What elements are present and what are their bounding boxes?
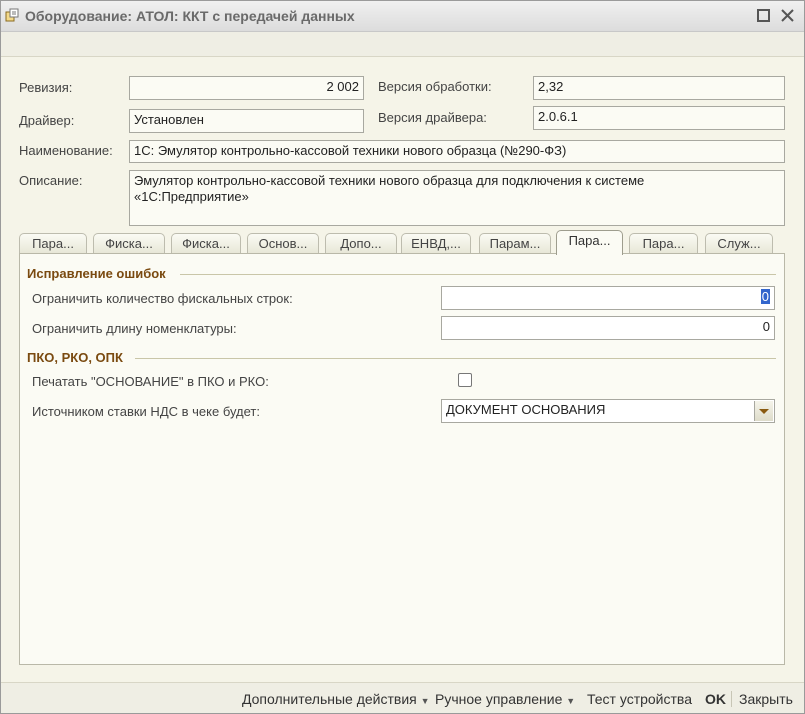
revision-field[interactable]: 2 002 <box>129 76 364 100</box>
tab-parameters-1[interactable]: Пара... <box>19 233 87 254</box>
ok-button[interactable]: OK <box>705 691 726 707</box>
caret-down-icon: ▼ <box>566 696 576 706</box>
group-divider-pko <box>135 358 776 359</box>
print-basis-checkbox[interactable] <box>458 373 472 387</box>
revision-label: Ревизия: <box>19 80 73 95</box>
version-driver-label: Версия драйвера: <box>378 110 487 125</box>
name-field[interactable]: 1С: Эмулятор контрольно-кассовой техники… <box>129 140 785 163</box>
app-icon <box>5 8 19 22</box>
equipment-window: Оборудование: АТОЛ: ККТ с передачей данн… <box>0 0 805 714</box>
tab-additional[interactable]: Допо... <box>325 233 397 254</box>
maximize-icon <box>757 9 770 22</box>
limit-nomenclature-label: Ограничить длину номенклатуры: <box>32 321 237 336</box>
extra-actions-button[interactable]: Дополнительные действия ▼ <box>242 691 430 707</box>
print-basis-label: Печатать "ОСНОВАНИЕ" в ПКО и РКО: <box>32 374 269 389</box>
tab-panel: Исправление ошибок Ограничить количество… <box>19 253 785 665</box>
tab-parameters-2[interactable]: Парам... <box>479 233 551 254</box>
window-title: Оборудование: АТОЛ: ККТ с передачей данн… <box>25 8 355 24</box>
group-divider-errors <box>180 274 776 275</box>
extra-actions-label: Дополнительные действия <box>242 691 417 707</box>
test-device-button[interactable]: Тест устройства <box>587 691 692 707</box>
tab-parameters-3[interactable]: Пара... <box>556 230 623 255</box>
group-title-errors: Исправление ошибок <box>27 266 169 281</box>
tab-fiscal-1[interactable]: Фиска... <box>93 233 165 254</box>
description-line-2: «1С:Предприятие» <box>134 189 249 204</box>
tab-envd[interactable]: ЕНВД,... <box>401 233 471 254</box>
close-button[interactable]: Закрыть <box>739 691 793 707</box>
driver-label: Драйвер: <box>19 113 75 128</box>
tab-main[interactable]: Основ... <box>247 233 319 254</box>
limit-fiscal-lines-label: Ограничить количество фискальных строк: <box>32 291 293 306</box>
close-icon <box>781 9 794 22</box>
name-label: Наименование: <box>19 143 113 158</box>
tab-bar: Пара... Фиска... Фиска... Основ... Допо.… <box>19 230 785 255</box>
version-processing-field[interactable]: 2,32 <box>533 76 785 100</box>
tab-parameters-4[interactable]: Пара... <box>629 233 698 254</box>
manual-control-label: Ручное управление <box>435 691 563 707</box>
tab-service[interactable]: Служ... <box>705 233 773 254</box>
vat-source-label: Источником ставки НДС в чеке будет: <box>32 404 260 419</box>
version-driver-field[interactable]: 2.0.6.1 <box>533 106 785 130</box>
limit-nomenclature-field[interactable]: 0 <box>441 316 775 340</box>
close-window-button[interactable] <box>779 7 797 25</box>
maximize-button[interactable] <box>755 7 773 25</box>
description-field[interactable]: Эмулятор контрольно-кассовой техники нов… <box>129 170 785 226</box>
footer-bar: Дополнительные действия ▼ Ручное управле… <box>1 682 804 713</box>
vat-source-select[interactable]: ДОКУМЕНТ ОСНОВАНИЯ <box>441 399 775 423</box>
caret-down-icon: ▼ <box>420 696 430 706</box>
limit-fiscal-lines-field[interactable]: 0 <box>441 286 775 310</box>
footer-separator <box>731 691 732 707</box>
title-bar: Оборудование: АТОЛ: ККТ с передачей данн… <box>1 1 804 32</box>
chevron-down-icon[interactable] <box>754 401 773 421</box>
description-label: Описание: <box>19 173 83 188</box>
limit-fiscal-lines-value: 0 <box>760 289 770 304</box>
version-processing-label: Версия обработки: <box>378 79 492 94</box>
group-title-pko: ПКО, РКО, ОПК <box>27 350 126 365</box>
driver-field[interactable]: Установлен <box>129 109 364 133</box>
description-line-1: Эмулятор контрольно-кассовой техники нов… <box>134 173 645 188</box>
command-bar <box>1 32 804 57</box>
manual-control-button[interactable]: Ручное управление ▼ <box>435 691 575 707</box>
tab-fiscal-2[interactable]: Фиска... <box>171 233 241 254</box>
